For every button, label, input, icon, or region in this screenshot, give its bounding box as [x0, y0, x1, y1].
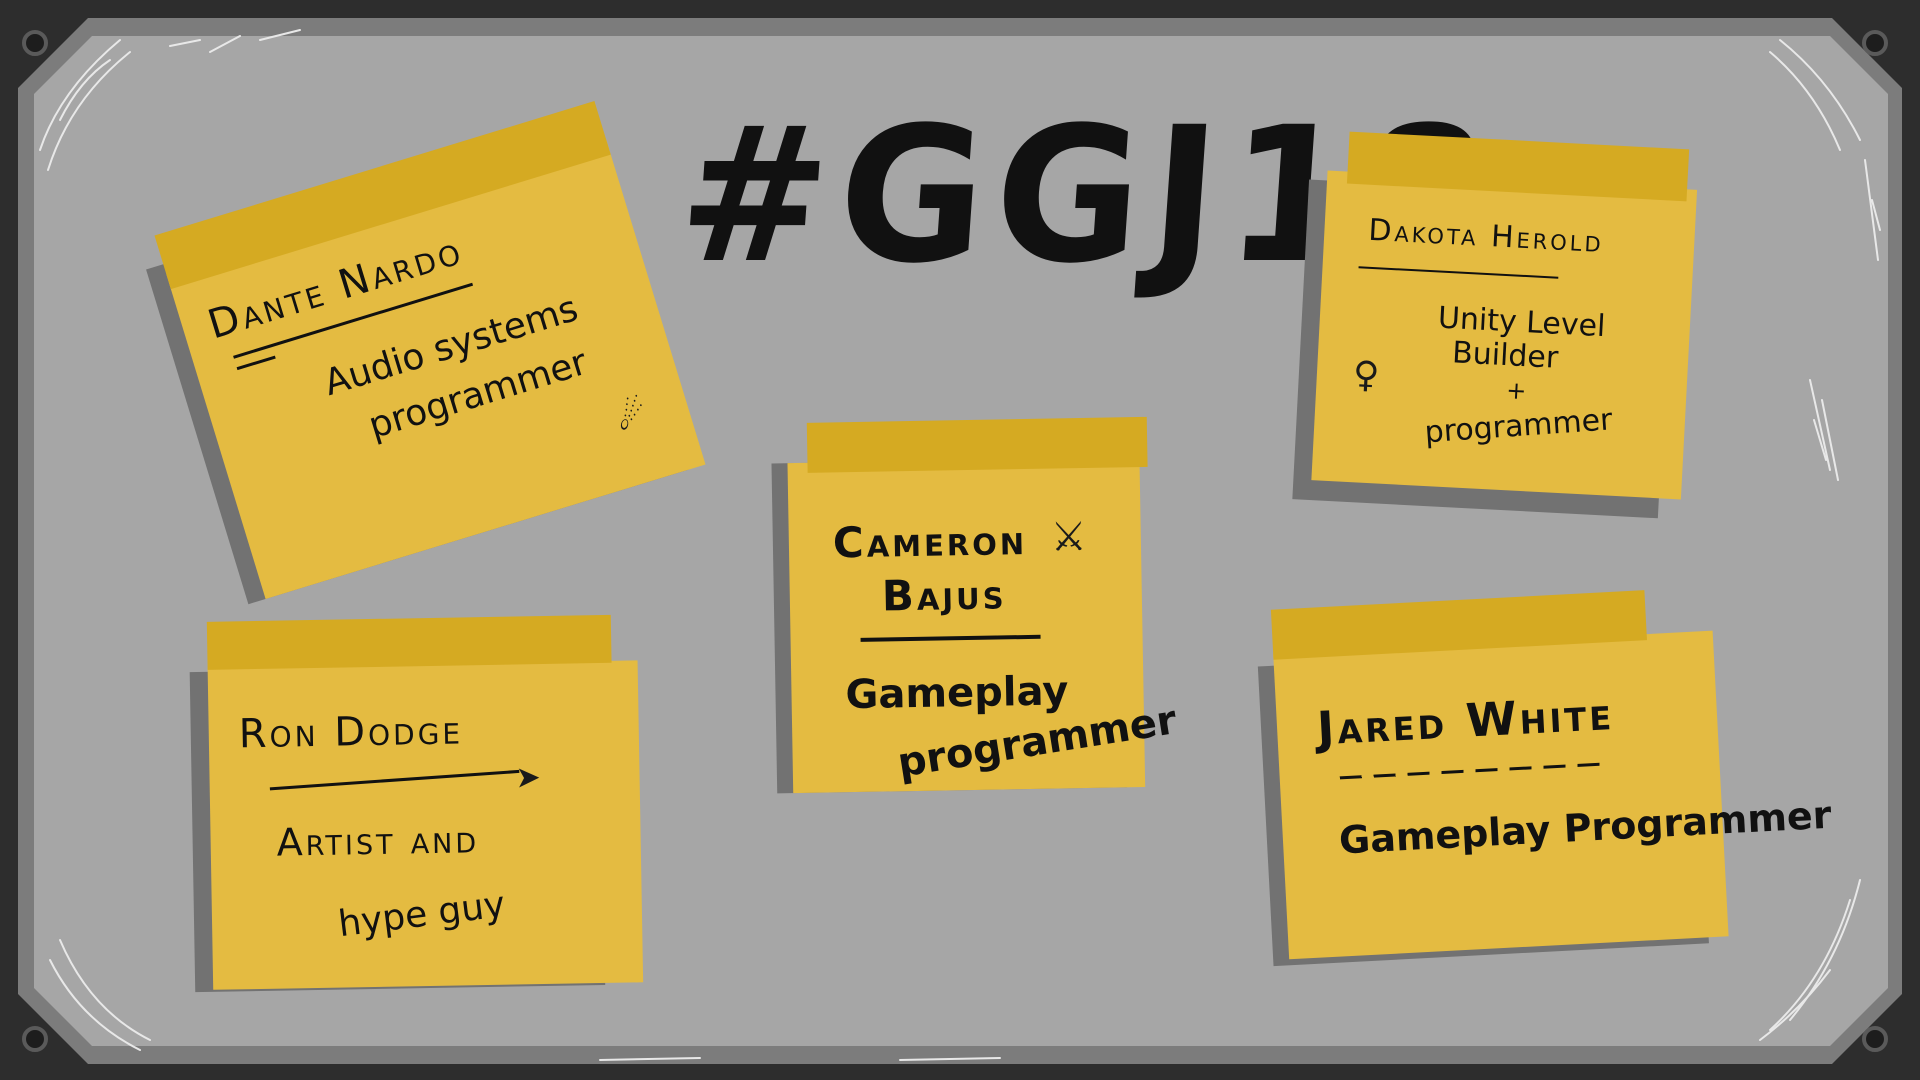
- note-name-line2: Bajus: [881, 569, 1007, 621]
- note-role-line1: Artist and: [276, 817, 480, 865]
- note-name-line1: Cameron: [832, 514, 1028, 568]
- bolt-bottom-left: [22, 1026, 48, 1052]
- gunner-doodle-icon: ⚔: [1050, 513, 1088, 561]
- note-role-line1: Gameplay: [845, 668, 1069, 719]
- arrow-head-icon: ➤: [515, 760, 542, 796]
- note-role-line2: Builder: [1451, 335, 1560, 376]
- bolt-bottom-right: [1862, 1026, 1888, 1052]
- sticky-note-jared: Jared White Gameplay Programmer: [1257, 587, 1832, 970]
- bolt-top-left: [22, 30, 48, 56]
- note-role-line3: +: [1505, 376, 1528, 406]
- sticky-note-ron: Ron Dodge ➤ Artist and hype guy: [189, 614, 653, 993]
- credits-board-screen: #GGJ18 Dante Nardo Audio systems program…: [0, 0, 1920, 1080]
- sticky-note-cameron: Cameron Bajus Gameplay programmer ⚔: [771, 416, 1180, 795]
- note-name: Ron Dodge: [238, 707, 464, 758]
- board-title: #GGJ18: [672, 86, 1503, 305]
- bolt-top-right: [1862, 30, 1888, 56]
- stick-figure-doodle-icon: ♀: [1351, 354, 1381, 397]
- sticky-note-dakota: Dakota Herold Unity Level Builder + prog…: [1292, 131, 1699, 519]
